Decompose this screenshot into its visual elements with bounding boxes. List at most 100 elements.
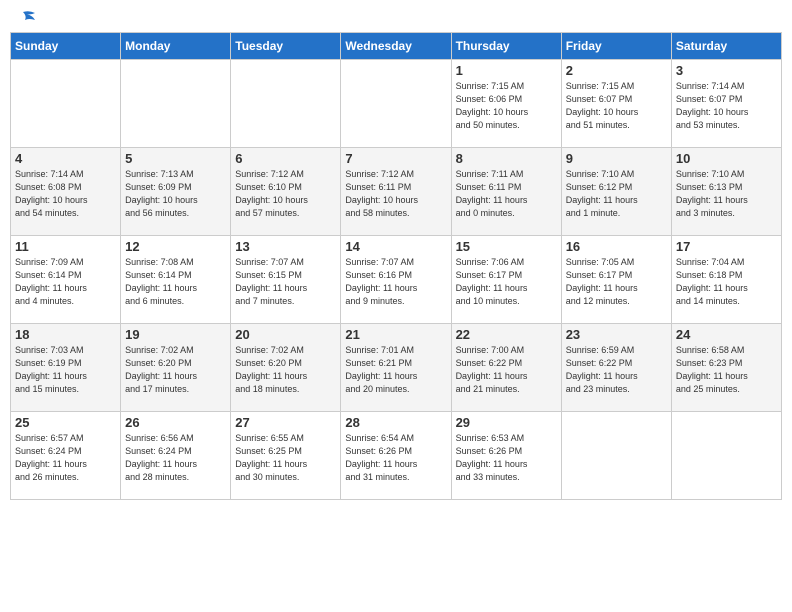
calendar-cell: 22 Sunrise: 7:00 AM Sunset: 6:22 PM Dayli… xyxy=(451,324,561,412)
calendar-cell: 3Sunrise: 7:14 AM Sunset: 6:07 PM Daylig… xyxy=(671,60,781,148)
day-info: Sunrise: 6:56 AM Sunset: 6:24 PM Dayligh… xyxy=(125,432,226,484)
day-info: Sunrise: 7:03 AM Sunset: 6:19 PM Dayligh… xyxy=(15,344,116,396)
day-info: Sunrise: 7:14 AM Sunset: 6:08 PM Dayligh… xyxy=(15,168,116,220)
day-number: 6 xyxy=(235,151,336,166)
calendar-cell: 4 Sunrise: 7:14 AM Sunset: 6:08 PM Daylig… xyxy=(11,148,121,236)
day-info: Sunrise: 6:55 AM Sunset: 6:25 PM Dayligh… xyxy=(235,432,336,484)
day-number: 23 xyxy=(566,327,667,342)
day-info: Sunrise: 7:15 AM Sunset: 6:07 PM Dayligh… xyxy=(566,80,667,132)
calendar-cell: 2 Sunrise: 7:15 AM Sunset: 6:07 PM Daylig… xyxy=(561,60,671,148)
day-number: 28 xyxy=(345,415,446,430)
day-number: 22 xyxy=(456,327,557,342)
day-info: Sunrise: 7:00 AM Sunset: 6:22 PM Dayligh… xyxy=(456,344,557,396)
calendar-cell: 10 Sunrise: 7:10 AM Sunset: 6:13 PM Dayli… xyxy=(671,148,781,236)
calendar-week-5: 25 Sunrise: 6:57 AM Sunset: 6:24 PM Dayli… xyxy=(11,412,782,500)
day-number: 27 xyxy=(235,415,336,430)
day-header-friday: Friday xyxy=(561,33,671,60)
calendar-cell: 27 Sunrise: 6:55 AM Sunset: 6:25 PM Dayli… xyxy=(231,412,341,500)
calendar-cell: 8 Sunrise: 7:11 AM Sunset: 6:11 PM Daylig… xyxy=(451,148,561,236)
calendar-cell xyxy=(11,60,121,148)
calendar-cell: 20Sunrise: 7:02 AM Sunset: 6:20 PM Dayli… xyxy=(231,324,341,412)
day-info: Sunrise: 7:15 AM Sunset: 6:06 PM Dayligh… xyxy=(456,80,557,132)
calendar-cell: 15 Sunrise: 7:06 AM Sunset: 6:17 PM Dayli… xyxy=(451,236,561,324)
day-header-sunday: Sunday xyxy=(11,33,121,60)
day-number: 26 xyxy=(125,415,226,430)
calendar-cell xyxy=(121,60,231,148)
day-number: 4 xyxy=(15,151,116,166)
calendar-cell: 23 Sunrise: 6:59 AM Sunset: 6:22 PM Dayli… xyxy=(561,324,671,412)
day-info: Sunrise: 7:04 AM Sunset: 6:18 PM Dayligh… xyxy=(676,256,777,308)
day-info: Sunrise: 6:58 AM Sunset: 6:23 PM Dayligh… xyxy=(676,344,777,396)
calendar-cell: 16 Sunrise: 7:05 AM Sunset: 6:17 PM Dayli… xyxy=(561,236,671,324)
calendar-cell: 1 Sunrise: 7:15 AM Sunset: 6:06 PM Daylig… xyxy=(451,60,561,148)
calendar-cell: 12 Sunrise: 7:08 AM Sunset: 6:14 PM Dayli… xyxy=(121,236,231,324)
day-number: 10 xyxy=(676,151,777,166)
day-info: Sunrise: 7:06 AM Sunset: 6:17 PM Dayligh… xyxy=(456,256,557,308)
day-number: 12 xyxy=(125,239,226,254)
day-info: Sunrise: 7:14 AM Sunset: 6:07 PM Dayligh… xyxy=(676,80,777,132)
calendar-cell: 9 Sunrise: 7:10 AM Sunset: 6:12 PM Daylig… xyxy=(561,148,671,236)
calendar-cell xyxy=(561,412,671,500)
day-info: Sunrise: 6:57 AM Sunset: 6:24 PM Dayligh… xyxy=(15,432,116,484)
calendar-cell xyxy=(231,60,341,148)
day-info: Sunrise: 7:09 AM Sunset: 6:14 PM Dayligh… xyxy=(15,256,116,308)
day-header-thursday: Thursday xyxy=(451,33,561,60)
calendar-cell: 5Sunrise: 7:13 AM Sunset: 6:09 PM Daylig… xyxy=(121,148,231,236)
day-info: Sunrise: 7:01 AM Sunset: 6:21 PM Dayligh… xyxy=(345,344,446,396)
day-number: 18 xyxy=(15,327,116,342)
day-header-saturday: Saturday xyxy=(671,33,781,60)
calendar-header-row: SundayMondayTuesdayWednesdayThursdayFrid… xyxy=(11,33,782,60)
day-header-monday: Monday xyxy=(121,33,231,60)
day-number: 25 xyxy=(15,415,116,430)
calendar-cell: 19 Sunrise: 7:02 AM Sunset: 6:20 PM Dayli… xyxy=(121,324,231,412)
day-number: 9 xyxy=(566,151,667,166)
day-info: Sunrise: 7:12 AM Sunset: 6:10 PM Dayligh… xyxy=(235,168,336,220)
calendar-cell: 7 Sunrise: 7:12 AM Sunset: 6:11 PM Daylig… xyxy=(341,148,451,236)
day-number: 1 xyxy=(456,63,557,78)
day-info: Sunrise: 7:08 AM Sunset: 6:14 PM Dayligh… xyxy=(125,256,226,308)
day-info: Sunrise: 6:54 AM Sunset: 6:26 PM Dayligh… xyxy=(345,432,446,484)
day-number: 17 xyxy=(676,239,777,254)
day-number: 11 xyxy=(15,239,116,254)
calendar-week-3: 11 Sunrise: 7:09 AM Sunset: 6:14 PM Dayli… xyxy=(11,236,782,324)
day-number: 21 xyxy=(345,327,446,342)
calendar-week-4: 18 Sunrise: 7:03 AM Sunset: 6:19 PM Dayli… xyxy=(11,324,782,412)
calendar-cell: 25 Sunrise: 6:57 AM Sunset: 6:24 PM Dayli… xyxy=(11,412,121,500)
day-header-wednesday: Wednesday xyxy=(341,33,451,60)
day-number: 5 xyxy=(125,151,226,166)
day-info: Sunrise: 7:10 AM Sunset: 6:13 PM Dayligh… xyxy=(676,168,777,220)
calendar-table: SundayMondayTuesdayWednesdayThursdayFrid… xyxy=(10,32,782,500)
day-number: 2 xyxy=(566,63,667,78)
day-info: Sunrise: 7:05 AM Sunset: 6:17 PM Dayligh… xyxy=(566,256,667,308)
day-number: 13 xyxy=(235,239,336,254)
day-info: Sunrise: 6:53 AM Sunset: 6:26 PM Dayligh… xyxy=(456,432,557,484)
day-number: 24 xyxy=(676,327,777,342)
calendar-cell: 29 Sunrise: 6:53 AM Sunset: 6:26 PM Dayli… xyxy=(451,412,561,500)
calendar-cell: 6 Sunrise: 7:12 AM Sunset: 6:10 PM Daylig… xyxy=(231,148,341,236)
calendar-cell: 14Sunrise: 7:07 AM Sunset: 6:16 PM Dayli… xyxy=(341,236,451,324)
page-header xyxy=(10,10,782,24)
calendar-week-2: 4 Sunrise: 7:14 AM Sunset: 6:08 PM Daylig… xyxy=(11,148,782,236)
day-info: Sunrise: 7:10 AM Sunset: 6:12 PM Dayligh… xyxy=(566,168,667,220)
day-number: 7 xyxy=(345,151,446,166)
logo xyxy=(14,10,38,24)
calendar-cell: 11 Sunrise: 7:09 AM Sunset: 6:14 PM Dayli… xyxy=(11,236,121,324)
day-number: 16 xyxy=(566,239,667,254)
day-info: Sunrise: 6:59 AM Sunset: 6:22 PM Dayligh… xyxy=(566,344,667,396)
calendar-week-1: 1 Sunrise: 7:15 AM Sunset: 6:06 PM Daylig… xyxy=(11,60,782,148)
day-number: 19 xyxy=(125,327,226,342)
day-number: 8 xyxy=(456,151,557,166)
day-number: 15 xyxy=(456,239,557,254)
calendar-cell: 17 Sunrise: 7:04 AM Sunset: 6:18 PM Dayli… xyxy=(671,236,781,324)
calendar-cell: 28 Sunrise: 6:54 AM Sunset: 6:26 PM Dayli… xyxy=(341,412,451,500)
day-info: Sunrise: 7:02 AM Sunset: 6:20 PM Dayligh… xyxy=(125,344,226,396)
calendar-cell xyxy=(671,412,781,500)
calendar-cell: 24 Sunrise: 6:58 AM Sunset: 6:23 PM Dayli… xyxy=(671,324,781,412)
day-info: Sunrise: 7:02 AM Sunset: 6:20 PM Dayligh… xyxy=(235,344,336,396)
day-header-tuesday: Tuesday xyxy=(231,33,341,60)
day-number: 29 xyxy=(456,415,557,430)
day-info: Sunrise: 7:07 AM Sunset: 6:15 PM Dayligh… xyxy=(235,256,336,308)
day-info: Sunrise: 7:07 AM Sunset: 6:16 PM Dayligh… xyxy=(345,256,446,308)
day-info: Sunrise: 7:11 AM Sunset: 6:11 PM Dayligh… xyxy=(456,168,557,220)
day-info: Sunrise: 7:12 AM Sunset: 6:11 PM Dayligh… xyxy=(345,168,446,220)
